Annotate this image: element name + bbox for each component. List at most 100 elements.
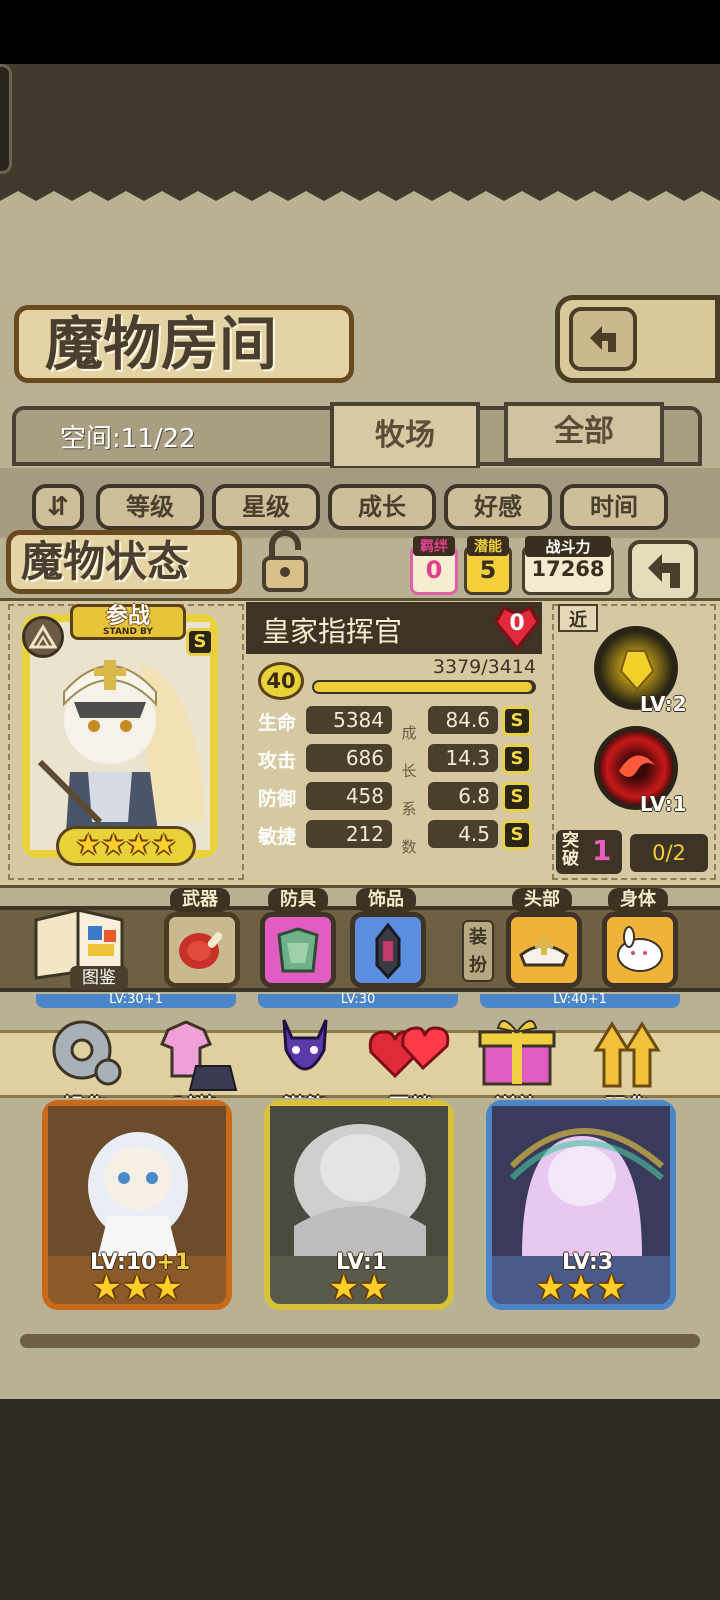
stat-label: 生命 — [258, 712, 297, 734]
stat-value: 686 — [306, 744, 392, 772]
stat-grade: S — [502, 706, 532, 736]
potential-value: 5 — [479, 556, 497, 584]
hearts-icon — [368, 1026, 450, 1079]
stat-value: 5384 — [306, 706, 392, 734]
star-rating: ★★★★ — [56, 826, 196, 866]
sort-level-button[interactable]: 等级 — [96, 484, 204, 530]
card-3-stars: ★★★ — [506, 1268, 656, 1308]
card-partial-level: LV:30+1 — [36, 993, 236, 1008]
skill-2-level: LV:1 — [640, 792, 687, 816]
tab-ranch[interactable]: 牧场 — [330, 402, 480, 470]
status-title: 魔物状态 — [6, 530, 242, 594]
power-badge: 战斗力 17268 — [522, 536, 614, 595]
breakthrough-progress: 0/2 — [630, 834, 708, 872]
growth-caption-char: 长 — [401, 762, 417, 780]
weapon-slot[interactable] — [164, 912, 240, 988]
bond-label: 羁绊 — [413, 536, 455, 556]
exp-bar-fill — [314, 682, 532, 692]
tab-all[interactable]: 全部 — [504, 402, 664, 462]
monster-name: 皇家指挥官 — [262, 615, 403, 648]
grid-bottom-rail — [20, 1334, 700, 1348]
crown-helmet-icon — [519, 937, 569, 967]
green-armor-icon — [277, 927, 319, 973]
card-partial-level: LV:40+1 — [480, 993, 680, 1008]
lock-open-icon[interactable] — [258, 530, 312, 594]
growth-caption-char: 系 — [401, 800, 417, 818]
accessory-slot[interactable] — [350, 912, 426, 988]
sort-star-button[interactable]: 星级 — [212, 484, 320, 530]
exp-bar — [312, 680, 536, 694]
card-2-stars-text: ★★ — [328, 1268, 390, 1308]
stat-row: 攻击 686 14.3 S — [250, 742, 542, 776]
skill-1-level: LV:2 — [640, 692, 687, 716]
codex-label: 图鉴 — [70, 966, 128, 990]
breakthrough-label: 突破 — [562, 831, 579, 869]
favor-value: 0 — [509, 611, 525, 636]
gear-icon — [52, 1020, 122, 1086]
ghost-girl-portrait — [270, 1106, 448, 1256]
return-icon — [569, 307, 637, 371]
mountain-icon — [28, 624, 58, 649]
standby-label: 参战 — [105, 604, 150, 629]
standby-sublabel: STAND BY — [103, 627, 153, 637]
card-2-stars: ★★ — [284, 1268, 434, 1308]
back-button[interactable] — [555, 295, 720, 383]
growth-caption-char: 成 — [401, 724, 417, 742]
sort-time-button[interactable]: 时间 — [560, 484, 668, 530]
white-rabbit-icon — [617, 926, 663, 972]
stat-growth: 4.5 — [428, 820, 498, 848]
sort-favor-button[interactable]: 好感 — [444, 484, 552, 530]
stat-row: 敏捷 212 4.5 S — [250, 818, 542, 852]
demon-icon — [282, 1019, 328, 1071]
bond-badge: 羁绊 0 — [410, 536, 458, 595]
sort-order-button[interactable]: ⇵ — [32, 484, 84, 530]
up-arrows-icon — [593, 1021, 661, 1088]
rainbow-slime-portrait — [492, 1106, 670, 1256]
potential-label: 潜能 — [467, 536, 509, 556]
side-tab[interactable] — [0, 64, 12, 174]
standby-badge: 参战 STAND BY — [70, 604, 186, 640]
card-1-stars-text: ★★★ — [91, 1268, 183, 1308]
meat-icon — [179, 932, 223, 969]
body-label: 身体 — [608, 888, 668, 912]
accessory-label: 饰品 — [356, 888, 416, 912]
stat-value: 458 — [306, 782, 392, 810]
royal-commander-portrait — [30, 622, 210, 850]
stat-label: 敏捷 — [258, 826, 297, 848]
body-slot[interactable] — [602, 912, 678, 988]
armor-slot[interactable] — [260, 912, 336, 988]
growth-caption-char: 数 — [401, 838, 417, 856]
stat-grade: S — [502, 820, 532, 850]
range-tag: 近 — [558, 604, 598, 632]
stat-value: 212 — [306, 820, 392, 848]
return-arrow-icon — [648, 554, 680, 588]
zigzag-border — [0, 189, 720, 219]
weapon-label: 武器 — [170, 888, 230, 912]
footer-background — [0, 1399, 720, 1600]
breakthrough-value: 1 — [592, 834, 612, 867]
close-status-button[interactable] — [628, 540, 698, 602]
stats-table: 生命 5384 84.6 S 攻击 686 14.3 S 防御 458 6.8 S 敏捷 212 4.5 S — [250, 704, 542, 864]
stat-grade: S — [502, 782, 532, 812]
armor-label: 防具 — [268, 888, 328, 912]
codex-button[interactable]: 图鉴 — [30, 900, 128, 990]
stat-row: 生命 5384 84.6 S — [250, 704, 542, 738]
card-3-stars-text: ★★★ — [535, 1268, 627, 1308]
head-slot[interactable] — [506, 912, 582, 988]
gift-icon — [478, 1020, 556, 1086]
growth-caption: 成 长 系 数 — [400, 714, 418, 866]
star-rating-stars: ★★★★ — [75, 828, 177, 861]
space-counter: 空间:11/22 — [60, 424, 196, 454]
breakthrough-box: 突破 1 — [556, 830, 622, 874]
stat-label: 攻击 — [258, 750, 297, 772]
sort-growth-button[interactable]: 成长 — [328, 484, 436, 530]
exp-text: 3379/3414 — [432, 656, 536, 678]
power-value: 17268 — [531, 557, 605, 581]
elf-maiden-portrait — [48, 1106, 226, 1256]
clothes-icon — [160, 1020, 238, 1091]
stat-growth: 84.6 — [428, 706, 498, 734]
card-1-stars: ★★★ — [62, 1268, 212, 1308]
dress-up-label: 装扮 — [462, 920, 494, 982]
stat-grade: S — [502, 744, 532, 774]
crystal-icon — [375, 922, 401, 980]
